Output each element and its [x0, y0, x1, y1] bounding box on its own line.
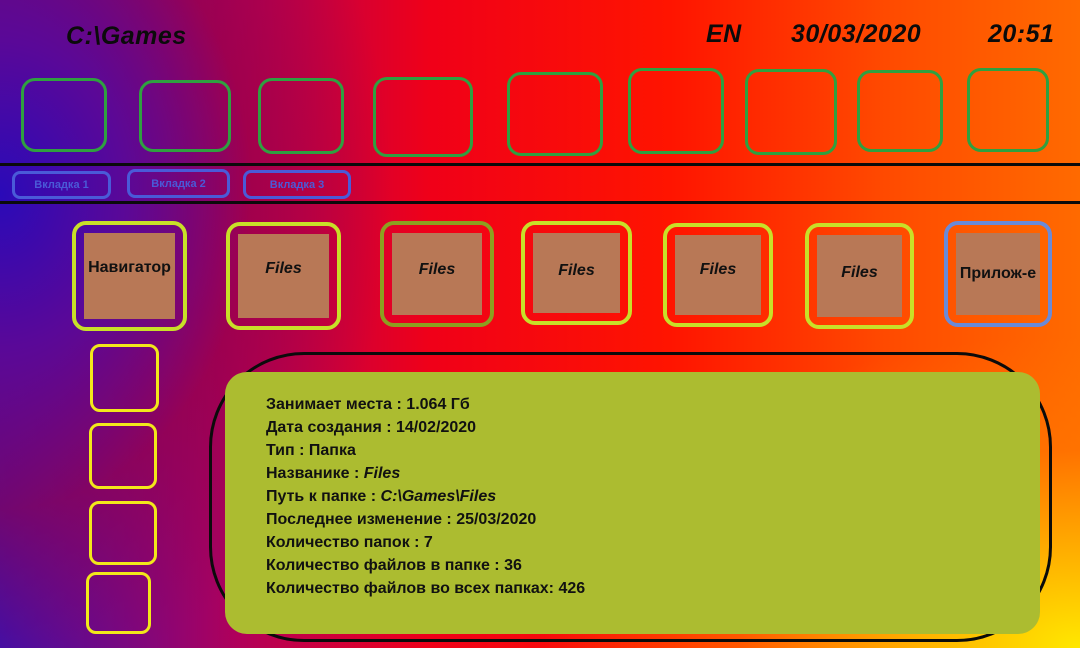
tabbar-top-border [0, 163, 1080, 166]
info-files-count: Количество файлов в папке : 36 [266, 557, 522, 574]
tab-2-label: Вкладка 2 [151, 177, 206, 190]
folder-files-4[interactable]: Files [663, 223, 773, 327]
language-indicator[interactable]: EN [706, 20, 742, 49]
folder-label: Files [841, 264, 878, 281]
folder-applications[interactable]: Прилож-е [944, 221, 1052, 327]
folder-files-1[interactable]: Files [226, 222, 341, 330]
clock-display: 20:51 [988, 20, 1055, 48]
folder-label: Files [418, 261, 456, 278]
tab-3-label: Вкладка 3 [269, 178, 325, 191]
current-path: C:\Games [66, 22, 187, 50]
info-size: Занимает места : 1.064 Гб [266, 396, 470, 413]
folder-files-2[interactable]: Files [380, 221, 494, 327]
folder-label: Files [558, 262, 595, 279]
info-all-files-count: Количество файлов во всех папках: 426 [266, 580, 586, 597]
folder-navigator[interactable]: Навигатор [72, 221, 187, 331]
app-slot-2[interactable] [139, 80, 231, 152]
app-slot-7[interactable] [745, 69, 837, 155]
folder-files-3[interactable]: Files [521, 221, 632, 325]
app-slot-5[interactable] [507, 72, 603, 156]
info-modified: Последнее изменение : 25/03/2020 [266, 511, 537, 528]
tab-1-label: Вкладка 1 [34, 179, 89, 191]
info-name: Названике : Files [266, 465, 401, 482]
app-slot-6[interactable] [628, 68, 724, 154]
folder-label: Files [265, 260, 302, 277]
folder-label: Files [699, 261, 737, 278]
info-path: Путь к папке : C:\Games\Files [266, 488, 497, 505]
folder-label: Прилож-е [959, 265, 1037, 282]
tabbar-bottom-border [0, 201, 1080, 204]
side-slot-3[interactable] [89, 501, 157, 565]
tab-1[interactable]: Вкладка 1 [12, 171, 111, 199]
side-slot-2[interactable] [89, 423, 157, 489]
folder-info-list: Занимает места : 1.064 Гб Дата создания … [266, 393, 585, 600]
app-slot-1[interactable] [21, 78, 107, 152]
date-display: 30/03/2020 [791, 20, 922, 48]
app-slot-4[interactable] [373, 77, 473, 157]
app-slot-9[interactable] [967, 68, 1049, 152]
tab-3[interactable]: Вкладка 3 [243, 170, 351, 199]
folder-files-5[interactable]: Files [805, 223, 914, 329]
side-slot-4[interactable] [86, 572, 151, 634]
app-slot-8[interactable] [857, 70, 943, 152]
app-slot-3[interactable] [258, 78, 344, 154]
tab-2[interactable]: Вкладка 2 [127, 169, 230, 198]
side-slot-1[interactable] [90, 344, 159, 412]
info-created: Дата создания : 14/02/2020 [266, 419, 477, 436]
info-folders-count: Количество папок : 7 [266, 534, 433, 551]
info-type: Тип : Папка [266, 442, 356, 459]
folder-label: Навигатор [88, 259, 171, 276]
